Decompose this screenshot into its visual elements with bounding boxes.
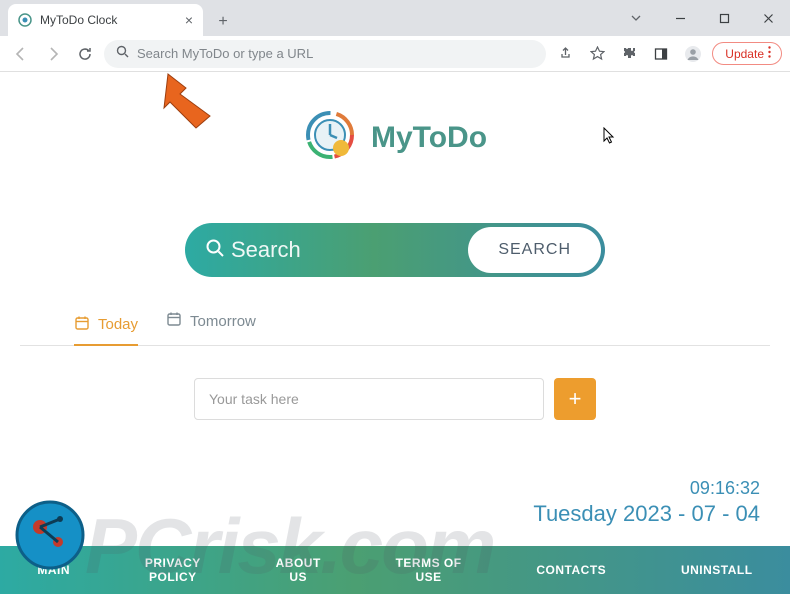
tab-tomorrow-label: Tomorrow (190, 313, 256, 330)
clock-date: Tuesday 2023 - 07 - 04 (533, 501, 760, 527)
omnibox[interactable]: Search MyToDo or type a URL (104, 40, 546, 68)
plus-icon: + (569, 386, 582, 412)
task-input-placeholder: Your task here (209, 391, 299, 407)
tab-strip: MyToDo Clock × + (0, 0, 790, 36)
share-icon[interactable] (552, 41, 578, 67)
search-icon (116, 45, 129, 63)
tab-close-icon[interactable]: × (185, 12, 193, 28)
window-controls (614, 0, 790, 36)
calendar-icon (74, 315, 90, 335)
back-button[interactable] (8, 41, 34, 67)
search-placeholder: Search (231, 237, 301, 263)
tab-today-label: Today (98, 316, 138, 333)
extensions-icon[interactable] (616, 41, 642, 67)
tab-title: MyToDo Clock (40, 13, 181, 27)
clock: 09:16:32 Tuesday 2023 - 07 - 04 (533, 478, 760, 527)
minimize-button[interactable] (658, 0, 702, 36)
close-window-button[interactable] (746, 0, 790, 36)
browser-toolbar: Search MyToDo or type a URL Update (0, 36, 790, 72)
footer-uninstall[interactable]: UNINSTALL (681, 563, 753, 577)
date-tabs: Today Tomorrow (20, 277, 770, 346)
clock-time: 09:16:32 (533, 478, 760, 499)
update-label: Update (725, 47, 764, 61)
search-icon (205, 238, 225, 263)
brand-area: MyToDo (0, 72, 790, 167)
search-button[interactable]: SEARCH (468, 227, 601, 273)
browser-tab[interactable]: MyToDo Clock × (8, 4, 203, 36)
watermark-logo-icon (14, 499, 86, 576)
omnibox-placeholder: Search MyToDo or type a URL (137, 46, 534, 61)
reload-button[interactable] (72, 41, 98, 67)
watermark-text: PCrisk.com (85, 501, 494, 592)
brand-title: MyToDo (371, 121, 487, 155)
page-content: MyToDo Search SEARCH Today Tom (0, 72, 790, 594)
sidepanel-icon[interactable] (648, 41, 674, 67)
forward-button[interactable] (40, 41, 66, 67)
add-task-button[interactable]: + (554, 378, 596, 420)
tab-favicon-icon (18, 13, 32, 27)
search-bar[interactable]: Search SEARCH (185, 223, 605, 277)
annotation-arrow-icon (162, 72, 218, 130)
task-row: Your task here + (0, 378, 790, 420)
tab-dropdown-icon[interactable] (614, 0, 658, 36)
maximize-button[interactable] (702, 0, 746, 36)
bookmark-icon[interactable] (584, 41, 610, 67)
browser-chrome: MyToDo Clock × + (0, 0, 790, 72)
update-button[interactable]: Update (712, 42, 782, 65)
cursor-icon (603, 127, 617, 145)
tab-tomorrow[interactable]: Tomorrow (166, 311, 256, 337)
footer-contacts[interactable]: CONTACTS (536, 563, 606, 577)
brand-logo-icon (303, 108, 357, 167)
calendar-icon (166, 311, 182, 331)
new-tab-button[interactable]: + (209, 8, 237, 36)
menu-dots-icon (768, 46, 771, 61)
task-input[interactable]: Your task here (194, 378, 544, 420)
tab-today[interactable]: Today (74, 311, 138, 346)
profile-icon[interactable] (680, 41, 706, 67)
